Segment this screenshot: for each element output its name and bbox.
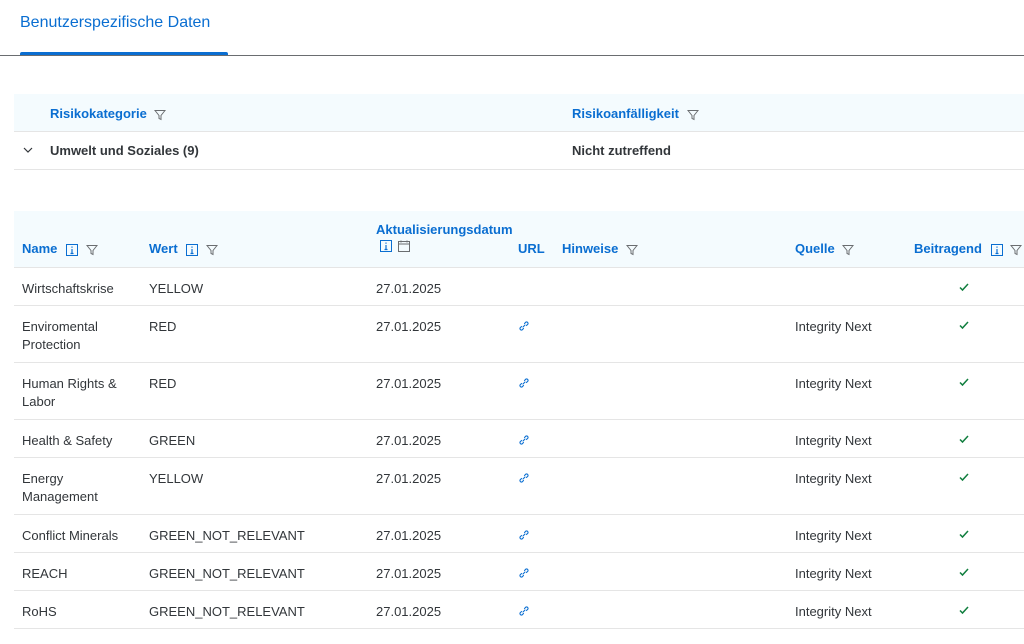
link-icon[interactable]	[518, 528, 530, 546]
column-header-name[interactable]: Name	[22, 241, 98, 256]
column-header-label: URL	[518, 241, 545, 256]
name-cell: Health & Safety	[22, 433, 113, 448]
tab-selected-indicator	[20, 52, 228, 55]
datum-cell: 27.01.2025	[376, 281, 442, 296]
risk-details-table-body: Wirtschaftskrise YELLOW 27.01.2025 Envirome…	[14, 268, 1024, 629]
column-header-label: Wert	[149, 241, 178, 256]
filter-icon	[205, 244, 218, 255]
column-header-quelle[interactable]: Quelle	[795, 241, 855, 256]
name-cell: Enviromental Protection	[22, 319, 98, 352]
column-header-label: Risikoanfälligkeit	[572, 106, 679, 121]
checkmark-icon	[958, 318, 970, 336]
wert-cell: GREEN_NOT_RELEVANT	[149, 604, 305, 619]
name-cell: RoHS	[22, 604, 57, 619]
tab-bar: Benutzerspezifische Daten	[0, 0, 1024, 56]
column-header-label: Risikokategorie	[50, 106, 147, 121]
link-icon[interactable]	[518, 566, 530, 584]
column-header-label: Quelle	[795, 241, 835, 256]
link-icon[interactable]	[518, 604, 530, 622]
filter-icon	[686, 109, 699, 120]
quelle-cell: Integrity Next	[795, 376, 872, 391]
datum-cell: 27.01.2025	[376, 528, 442, 543]
table-row[interactable]: RoHS GREEN_NOT_RELEVANT 27.01.2025 Integrit…	[14, 591, 1024, 629]
quelle-cell: Integrity Next	[795, 433, 872, 448]
info-icon[interactable]	[186, 243, 199, 256]
wert-cell: RED	[149, 319, 177, 334]
checkmark-icon	[958, 432, 970, 450]
checkmark-icon	[958, 565, 970, 583]
risk-details-table-header: Name Wert Aktualisierungsdatum URL Hinwe…	[14, 211, 1024, 268]
filter-icon	[625, 244, 638, 255]
datum-cell: 27.01.2025	[376, 376, 442, 391]
link-icon[interactable]	[518, 471, 530, 489]
column-header-risikoanfaelligkeit[interactable]: Risikoanfälligkeit	[572, 106, 699, 121]
column-header-label: Hinweise	[562, 241, 619, 256]
column-header-label: Beitragend	[914, 241, 982, 256]
wert-cell: GREEN_NOT_RELEVANT	[149, 566, 305, 581]
table-row[interactable]: Wirtschaftskrise YELLOW 27.01.2025	[14, 268, 1024, 306]
link-icon[interactable]	[518, 319, 530, 337]
link-icon[interactable]	[518, 376, 530, 394]
quelle-cell: Integrity Next	[795, 319, 872, 334]
column-header-label: Aktualisierungsdatum	[376, 222, 513, 237]
link-icon[interactable]	[518, 433, 530, 451]
chevron-down-icon[interactable]	[22, 144, 34, 156]
risk-category-table: Risikokategorie Risikoanfälligkeit Umwel…	[14, 94, 1024, 170]
column-header-url: URL	[518, 241, 545, 256]
datum-cell: 27.01.2025	[376, 433, 442, 448]
wert-cell: GREEN_NOT_RELEVANT	[149, 528, 305, 543]
table-row[interactable]: Energy Management YELLOW 27.01.2025 Integri…	[14, 458, 1024, 515]
wert-cell: RED	[149, 376, 177, 391]
checkmark-icon	[958, 470, 970, 488]
name-cell: Conflict Minerals	[22, 528, 119, 543]
column-header-label: Name	[22, 241, 58, 256]
table-row[interactable]: REACH GREEN_NOT_RELEVANT 27.01.2025 Integri…	[14, 553, 1024, 591]
checkmark-icon	[958, 280, 970, 298]
wert-cell: YELLOW	[149, 471, 204, 486]
calendar-icon	[397, 240, 410, 252]
table-row[interactable]: Umwelt und Soziales (9) Nicht zutreffend	[14, 132, 1024, 170]
info-icon[interactable]	[66, 243, 79, 256]
column-header-risikokategorie[interactable]: Risikokategorie	[50, 106, 167, 121]
tab-benutzerspezifische-daten[interactable]: Benutzerspezifische Daten	[20, 14, 210, 32]
checkmark-icon	[958, 375, 970, 393]
risk-details-table: Name Wert Aktualisierungsdatum URL Hinwe…	[14, 211, 1024, 629]
name-cell: Human Rights & Labor	[22, 376, 117, 409]
risk-category-table-header: Risikokategorie Risikoanfälligkeit	[14, 94, 1024, 132]
name-cell: Energy Management	[22, 471, 98, 504]
quelle-cell: Integrity Next	[795, 604, 872, 619]
column-header-aktualisierungsdatum[interactable]: Aktualisierungsdatum	[376, 222, 513, 255]
quelle-cell: Integrity Next	[795, 566, 872, 581]
column-header-beitragend[interactable]: Beitragend	[914, 241, 1023, 256]
table-row[interactable]: Conflict Minerals GREEN_NOT_RELEVANT 27.01…	[14, 515, 1024, 553]
table-row[interactable]: Human Rights & Labor RED 27.01.2025 Integri…	[14, 363, 1024, 420]
filter-icon	[842, 244, 855, 255]
name-cell: REACH	[22, 566, 68, 581]
checkmark-icon	[958, 603, 970, 621]
filter-icon	[1010, 244, 1023, 255]
table-row[interactable]: Health & Safety GREEN 27.01.2025 Integrity …	[14, 420, 1024, 458]
datum-cell: 27.01.2025	[376, 471, 442, 486]
column-header-wert[interactable]: Wert	[149, 241, 218, 256]
quelle-cell: Integrity Next	[795, 528, 872, 543]
info-icon[interactable]	[380, 240, 392, 252]
column-header-hinweise[interactable]: Hinweise	[562, 241, 638, 256]
filter-icon	[85, 244, 98, 255]
wert-cell: GREEN	[149, 433, 196, 448]
risk-susceptibility-value: Nicht zutreffend	[572, 143, 671, 158]
risk-category-value: Umwelt und Soziales (9)	[50, 143, 199, 158]
datum-cell: 27.01.2025	[376, 604, 442, 619]
filter-icon	[154, 109, 167, 120]
datum-cell: 27.01.2025	[376, 566, 442, 581]
name-cell: Wirtschaftskrise	[22, 281, 114, 296]
info-icon[interactable]	[990, 243, 1003, 256]
datum-cell: 27.01.2025	[376, 319, 442, 334]
wert-cell: YELLOW	[149, 281, 204, 296]
table-row[interactable]: Enviromental Protection RED 27.01.2025 Inte…	[14, 306, 1024, 363]
checkmark-icon	[958, 527, 970, 545]
quelle-cell: Integrity Next	[795, 471, 872, 486]
